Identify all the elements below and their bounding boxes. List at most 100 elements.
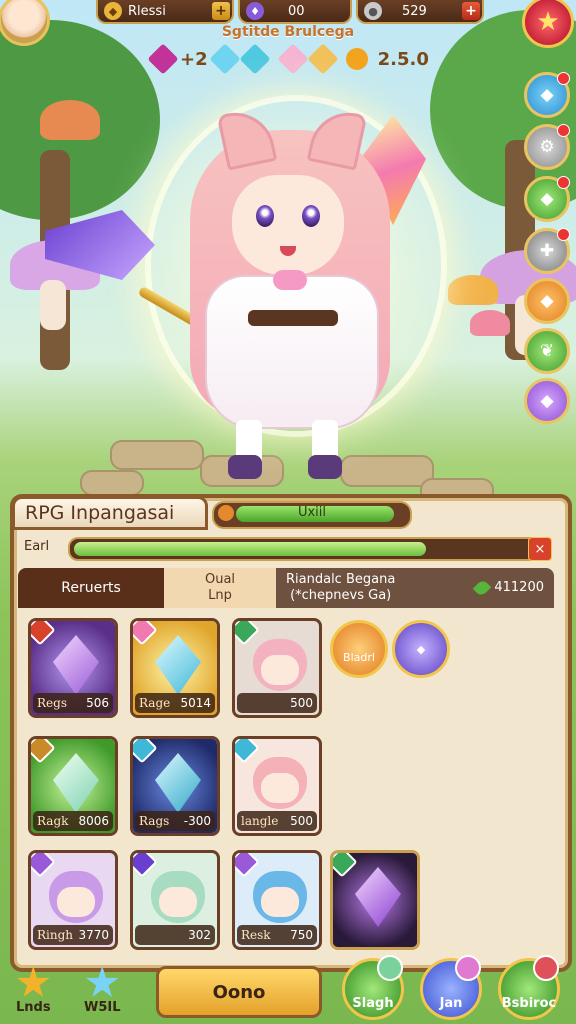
notification-dot: [557, 228, 570, 241]
magenta-gem-icon: [147, 43, 179, 75]
item-card[interactable]: 302: [130, 850, 220, 950]
portrait-face: [159, 887, 197, 917]
side-button-green-gem[interactable]: ◆: [524, 176, 570, 222]
gem-icon: ♦: [246, 2, 264, 20]
rarity-badge-icon: [235, 739, 260, 764]
main-action-button[interactable]: Oono: [156, 966, 322, 1018]
add-coins-button[interactable]: +: [462, 2, 480, 20]
character-bow: [273, 270, 307, 290]
card-value: 750: [290, 928, 313, 942]
puzzle-icon: ✚: [539, 241, 555, 261]
card-name: Resk: [241, 928, 271, 942]
path-stone: [110, 440, 204, 470]
item-card[interactable]: Ringh 3770: [28, 850, 118, 950]
card-value: 500: [290, 696, 313, 710]
coins-value: 529: [402, 3, 427, 19]
item-card[interactable]: Resk 750: [232, 850, 322, 950]
nav-will[interactable]: W5IL: [84, 966, 121, 1015]
item-card[interactable]: langle 500: [232, 736, 322, 836]
side-button-purple-gem[interactable]: ◆: [524, 378, 570, 424]
side-button-settings[interactable]: ⚙: [524, 124, 570, 170]
bsbiroc-button-label: Bsbiroc: [501, 996, 557, 1011]
crystal-icon: ◆: [416, 642, 426, 656]
card-value: 500: [290, 814, 313, 828]
card-value: 5014: [180, 696, 211, 710]
mini-gem-icon: [455, 955, 481, 981]
character-belt: [248, 310, 338, 326]
card-value: -300: [183, 814, 211, 828]
card-caption: Ragk 8006: [33, 811, 113, 831]
item-card[interactable]: 500: [232, 618, 322, 718]
portrait-face: [261, 655, 299, 685]
panel-tabs: Reruerts Oual Lnp Riandalc Begana (*chepne…: [18, 568, 554, 608]
bsbiroc-button[interactable]: Bsbiroc: [498, 955, 560, 1020]
card-name: Ringh: [37, 928, 74, 942]
item-card[interactable]: Regs 506: [28, 618, 118, 718]
rarity-badge-icon: [133, 853, 158, 878]
stage-subtitle: Sgtitde Brulcega: [221, 24, 355, 40]
side-button-puzzle[interactable]: ✚: [524, 228, 570, 274]
portrait-face: [57, 887, 95, 917]
character-eye-left: [256, 205, 274, 227]
stat-left: +2: [180, 48, 208, 70]
gear-icon: ⚙: [539, 137, 555, 157]
side-button-crystal[interactable]: ◆: [524, 72, 570, 118]
card-name: Ragk: [37, 814, 69, 828]
rarity-badge-icon: [31, 853, 56, 878]
silver-coin-icon: ●: [364, 2, 382, 20]
tab-dual-line2: Lnp: [208, 588, 232, 603]
mushroom-stem: [40, 280, 66, 330]
mini-gem-icon: [533, 955, 559, 981]
tab-random-line2: (*chepnevs Ga): [290, 588, 392, 603]
nav-will-label: W5IL: [84, 1000, 121, 1015]
character-face: [232, 175, 344, 275]
tab-dual[interactable]: Oual Lnp: [164, 568, 276, 608]
orb-crystal-button[interactable]: ◆: [392, 620, 450, 678]
item-grid: Regs 506 Rage 5014 500 Bladrl ◆ Ragk 8006 R…: [26, 618, 546, 958]
tab-random-line1: Riandalc Begana: [286, 572, 396, 587]
item-card[interactable]: Rags -300: [130, 736, 220, 836]
card-name: Regs: [37, 696, 67, 710]
gems-value: 00: [288, 3, 305, 19]
character-eye-right: [302, 205, 320, 227]
card-caption: Ringh 3770: [33, 925, 113, 945]
side-button-leaf[interactable]: ❦: [524, 328, 570, 374]
tab-rewards[interactable]: Reruerts: [18, 568, 164, 608]
item-card[interactable]: Rage 5014: [130, 618, 220, 718]
cyan-gem-icon: [209, 43, 241, 75]
card-caption: 500: [237, 693, 317, 713]
mushroom-cap: [448, 275, 498, 305]
slash-button[interactable]: Slagh: [342, 955, 404, 1020]
stats-row: +2 2.5.0: [147, 43, 429, 75]
card-caption: Rags -300: [135, 811, 215, 831]
path-stone: [340, 455, 434, 487]
add-button[interactable]: +: [212, 2, 230, 20]
gems-bar: ♦ 00: [238, 0, 352, 24]
item-card[interactable]: [330, 850, 420, 950]
close-button[interactable]: ×: [528, 537, 552, 561]
tab-random[interactable]: Riandalc Begana (*chepnevs Ga) 411200: [276, 568, 554, 608]
card-value: 302: [188, 928, 211, 942]
mushroom-cap: [470, 310, 510, 336]
tab-dual-line1: Oual: [204, 572, 236, 587]
orb-button[interactable]: Bladrl: [330, 620, 388, 678]
notification-dot: [557, 124, 570, 137]
gold-star-icon: [16, 966, 50, 997]
heart-gem-icon: [239, 43, 271, 75]
slash-button-label: Slagh: [352, 996, 394, 1011]
coin-icon: ◆: [104, 2, 122, 20]
nav-lands-label: Lnds: [16, 1000, 51, 1015]
side-button-orange-gem[interactable]: ◆: [524, 278, 570, 324]
earn-row: Earl ×: [18, 536, 554, 561]
jan-button[interactable]: Jan: [420, 955, 482, 1020]
card-caption: Regs 506: [33, 693, 113, 713]
rarity-badge-icon: [235, 621, 260, 646]
portrait-face: [261, 773, 299, 803]
earn-progress-track: ×: [68, 537, 552, 561]
path-stone: [80, 470, 144, 496]
item-card[interactable]: Ragk 8006: [28, 736, 118, 836]
mini-gem-icon: [377, 955, 403, 981]
blue-star-icon: [85, 966, 119, 997]
nav-lands[interactable]: Lnds: [16, 966, 51, 1015]
notification-dot: [557, 176, 570, 189]
